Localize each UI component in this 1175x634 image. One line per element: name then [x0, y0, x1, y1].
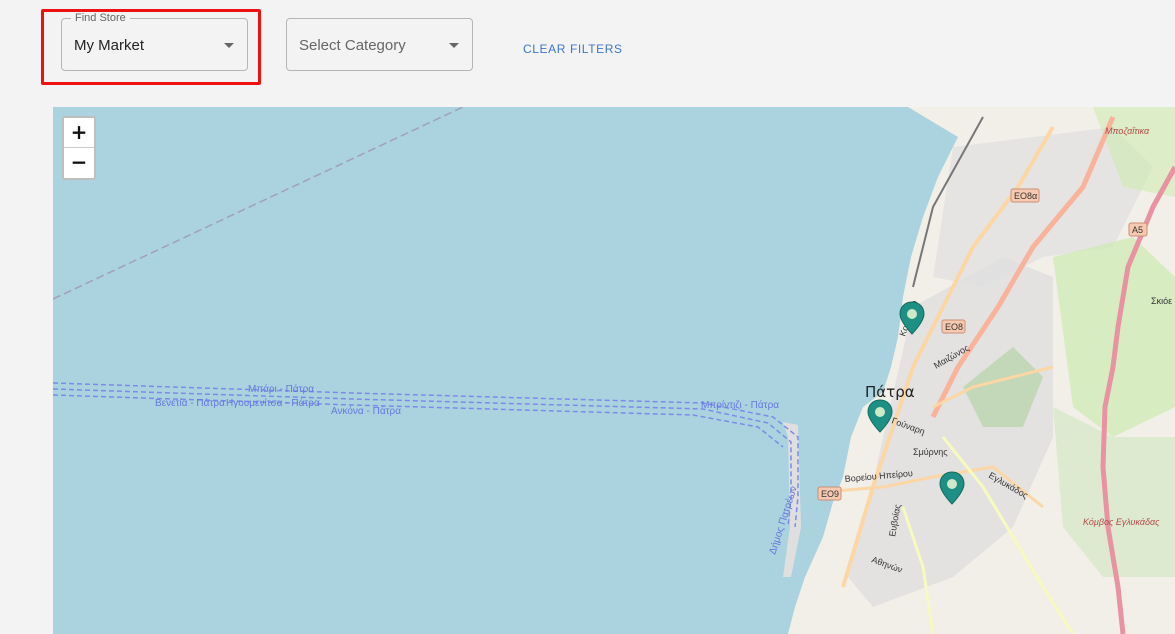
category-placeholder: Select Category: [299, 37, 406, 54]
map-tiles: Μπάρι - Πάτρα Βενετία - Πάτρα Ηγουμενίτσ…: [53, 107, 1175, 634]
svg-text:Α5: Α5: [1132, 225, 1143, 235]
road-shield: ΕΟ8α: [1010, 188, 1040, 203]
street-label: Σμύρνης: [913, 447, 948, 457]
place-label: Σκιόε: [1151, 296, 1172, 306]
find-store-label: Find Store: [71, 12, 130, 25]
ferry-route-label: Μπρίντιζι - Πάτρα: [701, 399, 779, 411]
ferry-route-label: Βενετία - Πάτρα: [155, 397, 225, 409]
city-label: Πάτρα: [865, 383, 915, 401]
place-label: Κόμβος Εγλυκάδας: [1083, 517, 1160, 527]
chevron-down-icon[interactable]: [449, 43, 459, 48]
road-shield: Α5: [1128, 222, 1148, 237]
find-store-select[interactable]: Find Store My Market: [61, 12, 248, 71]
find-store-value: My Market: [74, 37, 145, 54]
svg-text:ΕΟ8: ΕΟ8: [945, 322, 963, 332]
zoom-in-button[interactable]: +: [64, 118, 94, 148]
road-shield: ΕΟ8: [941, 319, 966, 334]
category-select[interactable]: Select Category: [286, 18, 473, 71]
place-label: Μποζαΐτικα: [1105, 126, 1150, 136]
svg-text:ΕΟ9: ΕΟ9: [821, 489, 839, 499]
ferry-route-label: Ηγουμενίτσα - Πάτρα: [226, 397, 320, 409]
map-view[interactable]: Μπάρι - Πάτρα Βενετία - Πάτρα Ηγουμενίτσ…: [53, 107, 1175, 634]
ferry-route-label: Μπάρι - Πάτρα: [248, 383, 314, 395]
chevron-down-icon[interactable]: [224, 43, 234, 48]
ferry-route-label: Ανκόνα - Πάτρα: [331, 405, 401, 417]
road-shield: ΕΟ9: [817, 486, 842, 501]
zoom-control: + −: [62, 116, 96, 180]
svg-text:ΕΟ8α: ΕΟ8α: [1014, 191, 1037, 201]
zoom-out-button[interactable]: −: [64, 148, 94, 177]
clear-filters-button[interactable]: CLEAR FILTERS: [523, 42, 623, 56]
